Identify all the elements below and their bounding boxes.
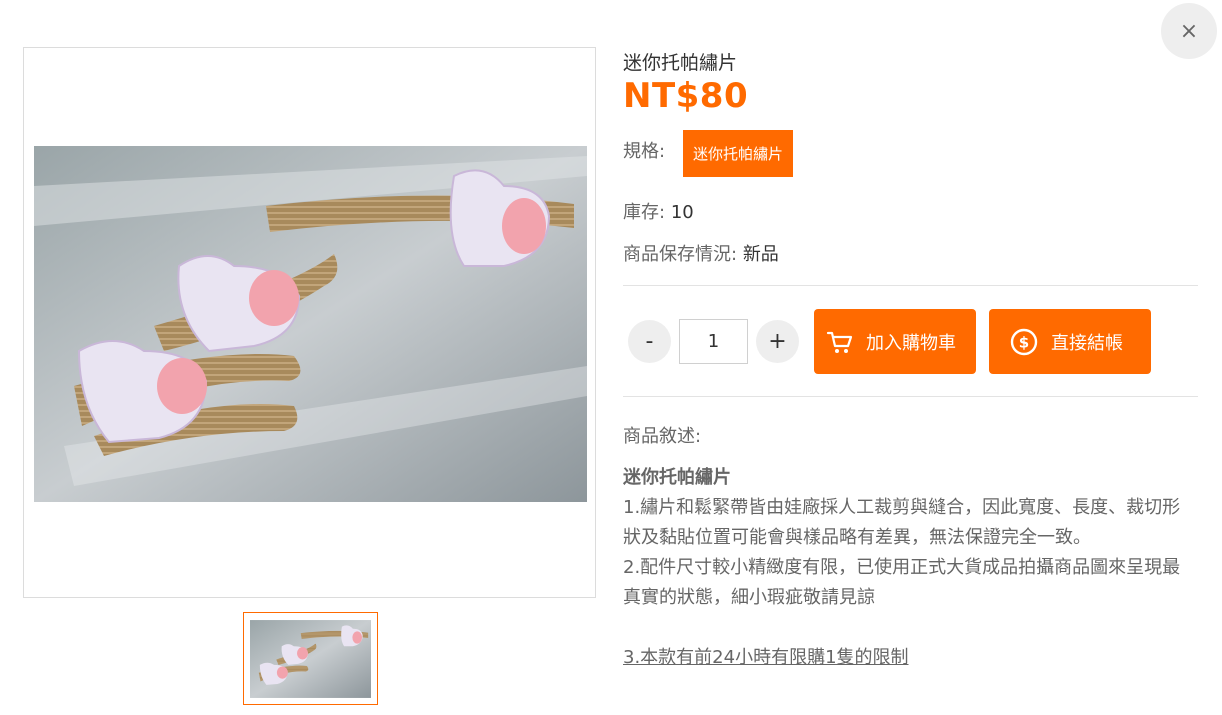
description-label: 商品敘述:	[623, 426, 702, 447]
quantity-increase-button[interactable]: +	[756, 320, 799, 363]
thumbnail-image	[250, 620, 371, 698]
spec-option-button[interactable]: 迷你托帕繡片	[683, 130, 794, 177]
condition-info: 商品保存情況: 新品	[623, 240, 779, 266]
product-description: 迷你托帕繡片 1.繡片和鬆緊帶皆由娃廠採人工裁剪與縫合，因此寬度、長度、裁切形狀…	[623, 463, 1193, 673]
cart-icon	[826, 331, 853, 353]
description-line: 1.繡片和鬆緊帶皆由娃廠採人工裁剪與縫合，因此寬度、長度、裁切形狀及黏貼位置可能…	[623, 497, 1181, 548]
stock-info: 庫存: 10	[623, 198, 694, 224]
svg-text:$: $	[1019, 333, 1029, 351]
description-line: 2.配件尺寸較小精緻度有限，已使用正式大貨成品拍攝商品圖來呈現最真實的狀態，細小…	[623, 557, 1181, 608]
stock-label: 庫存:	[623, 202, 666, 223]
product-title: 迷你托帕繡片	[623, 52, 738, 74]
spec-label: 規格:	[623, 141, 666, 162]
condition-value: 新品	[742, 244, 779, 265]
condition-label: 商品保存情況:	[623, 244, 738, 265]
divider	[623, 396, 1198, 397]
thumbnail-1[interactable]	[243, 612, 378, 705]
add-to-cart-label: 加入購物車	[866, 332, 956, 354]
dollar-coin-icon: $	[1010, 328, 1038, 355]
quantity-input[interactable]	[679, 319, 748, 364]
quantity-decrease-button[interactable]: -	[628, 320, 671, 363]
add-to-cart-button[interactable]: 加入購物車	[814, 309, 976, 374]
checkout-label: 直接結帳	[1051, 332, 1123, 354]
checkout-button[interactable]: $ 直接結帳	[989, 309, 1151, 374]
main-image-frame	[23, 47, 596, 598]
description-heading: 迷你托帕繡片	[623, 467, 731, 488]
stock-value: 10	[670, 202, 694, 223]
close-button[interactable]: ×	[1161, 3, 1217, 59]
product-price: NT$80	[623, 76, 749, 116]
close-icon: ×	[1179, 18, 1199, 44]
description-link[interactable]: 3.本款有前24小時有限購1隻的限制	[623, 647, 909, 668]
divider	[623, 285, 1198, 286]
product-main-image	[34, 146, 587, 502]
